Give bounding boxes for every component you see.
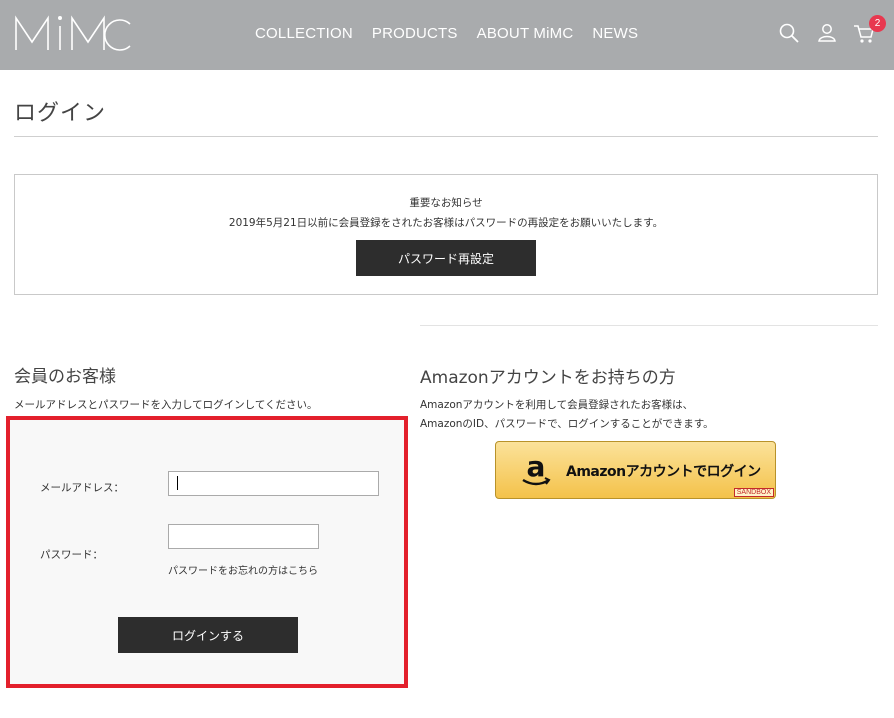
login-button[interactable]: ログインする: [118, 617, 298, 653]
title-divider: [14, 136, 878, 137]
email-label: メールアドレス：: [40, 482, 124, 494]
notice-title: 重要なお知らせ: [409, 197, 483, 209]
text-caret: [177, 476, 178, 490]
page-title: ログイン: [14, 101, 107, 126]
mimc-logo-mark: [15, 15, 131, 51]
member-section-title: 会員のお客様: [14, 367, 116, 387]
notice-box: 重要なお知らせ 2019年5月21日以前に会員登録をされたお客様はパスワードの再…: [14, 174, 878, 295]
amazon-logo-icon: a: [518, 450, 554, 489]
forgot-password-link[interactable]: パスワードをお忘れの方はこちら: [168, 562, 318, 577]
amazon-description-line1: Amazonアカウントを利用して会員登録されたお客様は、: [420, 399, 694, 411]
nav-news[interactable]: NEWS: [592, 25, 638, 42]
svg-text:a: a: [527, 451, 546, 483]
login-form: メールアドレス： パスワード： パスワードをお忘れの方はこちら ログインする: [6, 416, 408, 688]
amazon-divider: [420, 325, 878, 326]
email-field[interactable]: [168, 471, 379, 496]
member-description: メールアドレスとパスワードを入力してログインしてください。: [14, 399, 318, 411]
main-nav: COLLECTION PRODUCTS ABOUT MiMC NEWS: [255, 25, 657, 42]
amazon-login-label: Amazonアカウントでログイン: [566, 464, 761, 480]
notice-body: 2019年5月21日以前に会員登録をされたお客様はパスワードの再設定をお願いいた…: [228, 217, 664, 229]
cart-count-badge: 2: [869, 15, 886, 32]
password-reset-button[interactable]: パスワード再設定: [356, 240, 536, 276]
user-icon[interactable]: [816, 22, 838, 44]
password-label: パスワード：: [40, 549, 103, 561]
password-field[interactable]: [168, 524, 319, 549]
search-icon[interactable]: [778, 22, 800, 44]
site-header: COLLECTION PRODUCTS ABOUT MiMC NEWS 2: [0, 0, 894, 70]
sandbox-badge: SANDBOX: [733, 488, 774, 497]
nav-collection[interactable]: COLLECTION: [255, 25, 353, 42]
nav-products[interactable]: PRODUCTS: [372, 25, 458, 42]
amazon-description-line2: AmazonのID、パスワードで、ログインすることができます。: [420, 418, 714, 430]
nav-about[interactable]: ABOUT MiMC: [477, 25, 574, 42]
mimc-logo[interactable]: [14, 12, 132, 54]
amazon-section-title: Amazonアカウントをお持ちの方: [420, 368, 676, 388]
amazon-login-button[interactable]: a Amazonアカウントでログイン SANDBOX: [495, 441, 776, 499]
